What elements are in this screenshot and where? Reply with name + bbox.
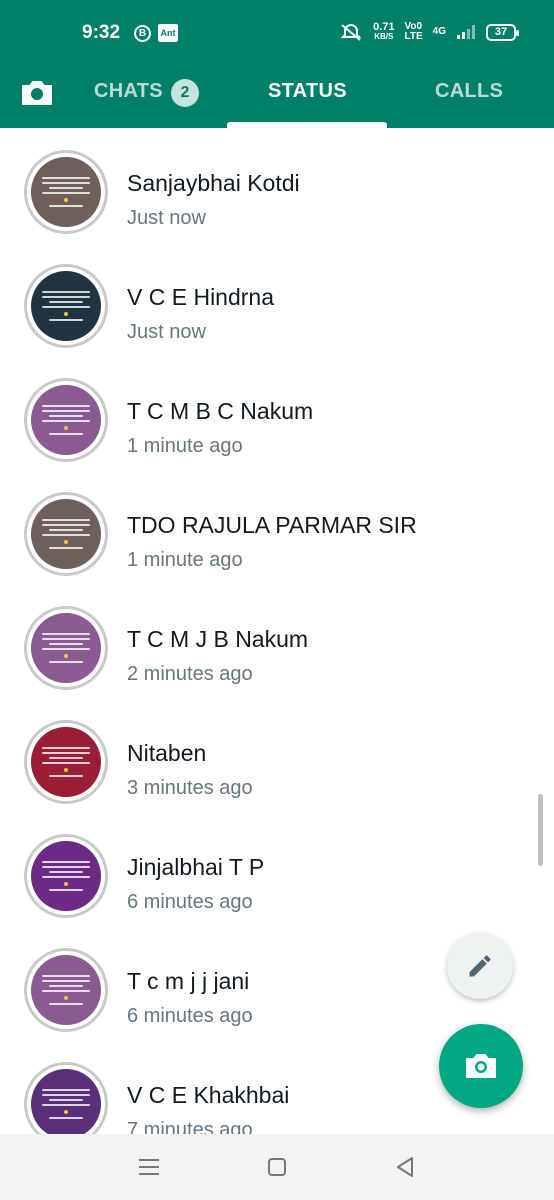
b-notification-icon: B <box>134 25 151 42</box>
contact-name: V C E Hindrna <box>127 284 275 310</box>
text-status-button[interactable] <box>447 933 513 999</box>
contact-name: Sanjaybhai Kotdi <box>127 170 300 196</box>
status-timestamp: 6 minutes ago <box>127 1005 253 1027</box>
battery-icon: 37 <box>486 23 519 41</box>
menu-icon[interactable] <box>136 1154 162 1180</box>
status-ring <box>24 492 108 576</box>
status-thumbnail <box>31 271 101 341</box>
status-timestamp: 6 minutes ago <box>127 891 253 913</box>
contact-name: V C E Khakhbai <box>127 1082 290 1108</box>
ant-notification-icon: Ant <box>158 24 178 42</box>
status-timestamp: 3 minutes ago <box>127 777 253 799</box>
status-thumbnail <box>31 841 101 911</box>
status-ring <box>24 948 108 1032</box>
alarm-icon <box>340 23 362 41</box>
volte-indicator: Vo0 LTE <box>405 22 423 42</box>
system-navigation-bar <box>0 1134 554 1200</box>
system-status-bar: 9:32 B Ant 0.71 KB/S Vo0 LTE 4G 37 <box>0 0 554 66</box>
status-ring <box>24 264 108 348</box>
contact-name: Jinjalbhai T P <box>127 854 265 880</box>
status-timestamp: 1 minute ago <box>127 435 243 457</box>
status-list-item[interactable]: T C M B C Nakum 1 minute ago <box>0 378 554 492</box>
status-list-item[interactable]: TDO RAJULA PARMAR SIR 1 minute ago <box>0 492 554 606</box>
status-thumbnail <box>31 613 101 683</box>
tab-bar: CHATS 2 STATUS CALLS <box>0 66 554 128</box>
status-list-item[interactable]: Jinjalbhai T P 6 minutes ago <box>0 834 554 948</box>
status-list-item[interactable]: V C E Hindrna Just now <box>0 264 554 378</box>
volte-bottom: LTE <box>404 31 423 42</box>
status-thumbnail <box>31 385 101 455</box>
status-list-item[interactable]: Sanjaybhai Kotdi Just now <box>0 150 554 264</box>
camera-status-button[interactable] <box>439 1024 523 1108</box>
status-timestamp: Just now <box>127 321 206 343</box>
status-thumbnail <box>31 955 101 1025</box>
status-timestamp: 7 minutes ago <box>127 1119 253 1134</box>
status-thumbnail <box>31 727 101 797</box>
status-thumbnail <box>31 157 101 227</box>
network-speed-value: 0.71 <box>373 21 395 33</box>
status-ring <box>24 606 108 690</box>
contact-name: T C M B C Nakum <box>127 398 314 424</box>
status-list-item[interactable]: Nitaben 3 minutes ago <box>0 720 554 834</box>
network-speed-unit: KB/S <box>374 32 394 41</box>
clock: 9:32 <box>82 22 121 43</box>
contact-name: Nitaben <box>127 740 207 766</box>
status-ring <box>24 150 108 234</box>
camera-icon[interactable] <box>20 78 54 108</box>
status-ring <box>24 834 108 918</box>
back-triangle-icon[interactable] <box>392 1154 418 1180</box>
tab-calls[interactable]: CALLS <box>435 80 503 103</box>
status-thumbnail <box>31 499 101 569</box>
status-list-item[interactable]: T C M J B Nakum 2 minutes ago <box>0 606 554 720</box>
status-thumbnail <box>31 1069 101 1134</box>
square-icon[interactable] <box>264 1154 290 1180</box>
status-bar-indicators: 0.71 KB/S Vo0 LTE 4G 37 <box>339 22 519 42</box>
tab-chats[interactable]: CHATS <box>94 80 163 103</box>
app-header: 9:32 B Ant 0.71 KB/S Vo0 LTE 4G 37 CHATS… <box>0 0 554 128</box>
camera-icon <box>466 1054 496 1078</box>
contact-name: T C M J B Nakum <box>127 626 309 652</box>
status-ring <box>24 720 108 804</box>
status-ring <box>24 378 108 462</box>
pencil-icon <box>469 955 491 977</box>
status-timestamp: Just now <box>127 207 206 229</box>
contact-name: T c m j j jani <box>127 968 250 994</box>
chats-unread-badge: 2 <box>171 79 199 107</box>
status-timestamp: 1 minute ago <box>127 549 243 571</box>
scrollbar[interactable] <box>538 794 543 866</box>
tab-status[interactable]: STATUS <box>268 80 347 103</box>
contact-name: TDO RAJULA PARMAR SIR <box>127 512 417 538</box>
network-type: 4G <box>432 26 446 37</box>
status-ring <box>24 1062 108 1134</box>
signal-icon <box>457 25 475 39</box>
status-timestamp: 2 minutes ago <box>127 663 253 685</box>
network-speed: 0.71 KB/S <box>373 22 394 42</box>
